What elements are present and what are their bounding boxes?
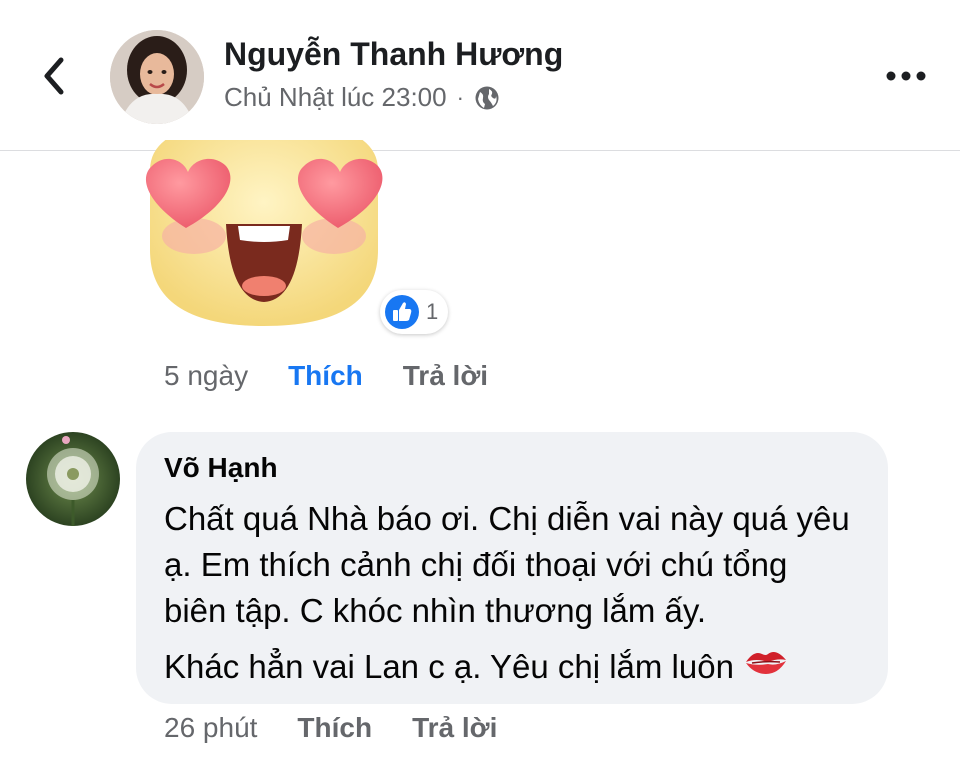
heart-eyes-sticker[interactable] <box>136 140 392 330</box>
like-button[interactable]: Thích <box>288 360 363 392</box>
comment-actions-1: 5 ngày Thích Trả lời <box>164 360 488 392</box>
comment-paragraph: Khác hẳn vai Lan c ạ. Yêu chị lắm luôn <box>164 648 734 685</box>
comment-paragraph: Chất quá Nhà báo ơi. Chị diễn vai này qu… <box>164 500 850 629</box>
reaction-count: 1 <box>426 299 439 324</box>
author-name[interactable]: Nguyễn Thanh Hương <box>224 36 563 73</box>
chevron-left-icon <box>44 57 64 95</box>
commenter-avatar[interactable] <box>26 432 120 526</box>
comment-time[interactable]: 5 ngày <box>164 360 248 392</box>
like-button[interactable]: Thích <box>297 712 372 744</box>
comment-actions-2: 26 phút Thích Trả lời <box>164 712 497 744</box>
comment-time[interactable]: 26 phút <box>164 712 257 744</box>
more-options-button[interactable] <box>876 54 936 98</box>
reaction-count-badge[interactable]: 1 <box>380 290 449 334</box>
reply-button[interactable]: Trả lời <box>403 360 488 392</box>
reply-button[interactable]: Trả lời <box>412 712 497 744</box>
post-meta: Chủ Nhật lúc 23:00 · <box>224 82 500 113</box>
kiss-lips-icon <box>744 646 788 692</box>
post-time[interactable]: Chủ Nhật lúc 23:00 <box>224 82 447 113</box>
like-reaction-icon <box>385 295 419 329</box>
post-header: Nguyễn Thanh Hương Chủ Nhật lúc 23:00 · <box>0 0 960 151</box>
globe-icon <box>475 86 499 109</box>
author-avatar[interactable] <box>110 30 204 124</box>
comment-bubble[interactable]: Võ Hạnh Chất quá Nhà báo ơi. Chị diễn va… <box>136 432 888 704</box>
commenter-name[interactable]: Võ Hạnh <box>164 452 858 484</box>
comment-paragraph-last: Khác hẳn vai Lan c ạ. Yêu chị lắm luôn <box>164 644 858 692</box>
meta-separator: · <box>456 84 464 110</box>
back-button[interactable] <box>26 48 82 104</box>
more-dots-icon <box>886 71 926 81</box>
comment-text: Chất quá Nhà báo ơi. Chị diễn vai này qu… <box>164 496 858 692</box>
